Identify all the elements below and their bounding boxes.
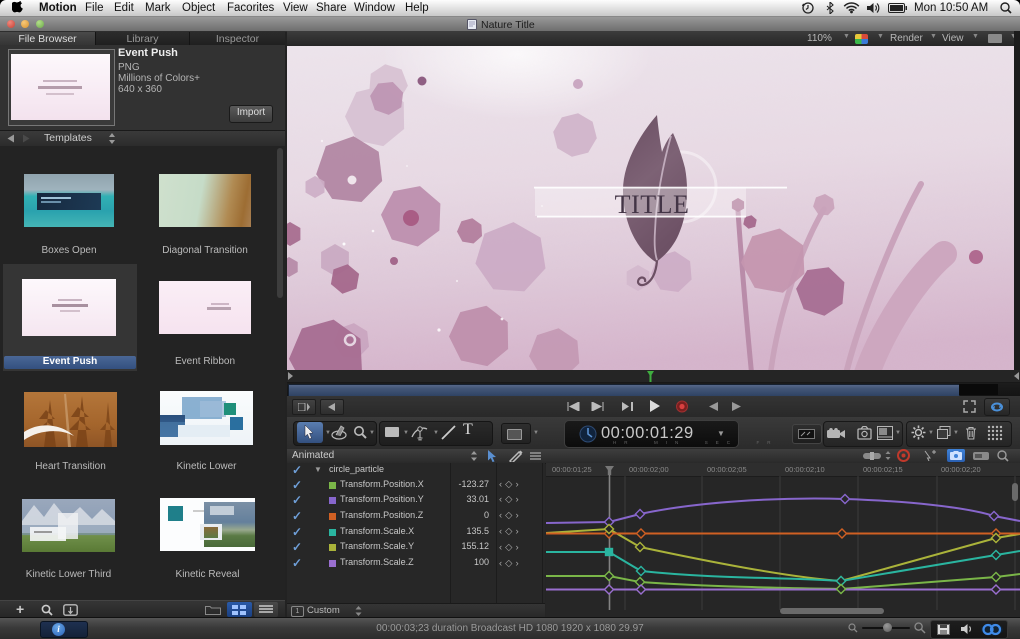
svg-text:00:00:01;25: 00:00:01;25 <box>552 465 592 474</box>
svg-text:00:00:02;00: 00:00:02;00 <box>629 465 669 474</box>
svg-text:00:00:02;10: 00:00:02;10 <box>785 465 825 474</box>
svg-text:00:00:02;05: 00:00:02;05 <box>707 465 747 474</box>
svg-text:00:00:02;15: 00:00:02;15 <box>863 465 903 474</box>
svg-text:TITLE: TITLE <box>615 190 690 219</box>
svg-text:00:00:02;20: 00:00:02;20 <box>941 465 981 474</box>
